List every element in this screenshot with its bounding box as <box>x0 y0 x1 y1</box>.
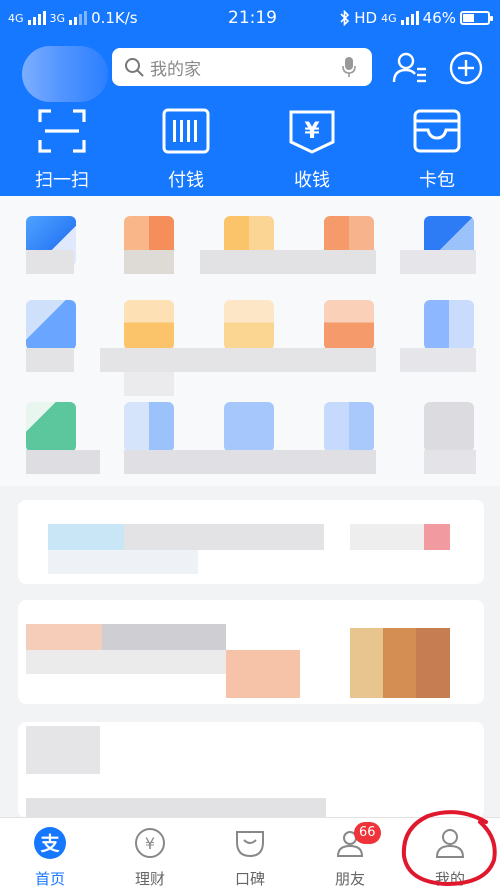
scan-label: 扫一扫 <box>35 170 89 191</box>
tab-wealth-label: 理财 <box>134 870 165 888</box>
card-wallet-icon <box>413 109 461 153</box>
app-label-blurred <box>400 250 476 274</box>
microphone-icon[interactable] <box>342 56 356 78</box>
svg-text:¥: ¥ <box>145 834 155 853</box>
pay-button[interactable]: 付钱 <box>141 108 231 192</box>
app-icon[interactable] <box>324 300 374 350</box>
contacts-icon[interactable] <box>390 48 430 88</box>
add-icon[interactable] <box>446 48 486 88</box>
feed-card[interactable] <box>18 600 484 704</box>
blurred-block <box>26 798 326 818</box>
network-type: 4G <box>8 11 24 25</box>
blurred-block <box>26 650 226 674</box>
svg-text:支: 支 <box>39 833 60 855</box>
app-label-blurred <box>124 372 174 396</box>
blurred-block <box>226 650 300 698</box>
blurred-block <box>48 550 198 574</box>
app-label-blurred <box>26 348 74 372</box>
app-icon[interactable] <box>424 402 474 452</box>
tab-friends[interactable]: 66 朋友 <box>300 818 400 889</box>
app-label-blurred <box>124 450 376 474</box>
tab-koubei-label: 口碑 <box>234 870 265 888</box>
feed-card[interactable] <box>18 722 484 818</box>
blurred-block <box>102 624 226 650</box>
tab-friends-label: 朋友 <box>334 870 365 888</box>
tab-home[interactable]: 支 首页 <box>0 818 100 889</box>
blurred-block <box>424 524 450 550</box>
network-type-3: 4G <box>381 11 397 25</box>
annotation-circle <box>401 810 497 887</box>
search-placeholder: 我的家 <box>150 59 201 80</box>
search-box[interactable]: 我的家 <box>112 48 372 86</box>
app-icon[interactable] <box>124 402 174 452</box>
pay-label: 付钱 <box>168 170 204 191</box>
feed-card[interactable] <box>18 500 484 584</box>
search-icon <box>125 58 144 77</box>
signal-icon-3 <box>400 11 419 25</box>
app-icon[interactable] <box>26 300 76 350</box>
blurred-block <box>350 524 430 550</box>
app-label-blurred <box>400 348 476 372</box>
blurred-block <box>124 524 324 550</box>
signal-icon <box>27 11 46 25</box>
app-label-blurred <box>424 450 476 474</box>
city-selector[interactable] <box>22 46 108 102</box>
status-bar: 4G 3G 0.1K/s 21:19 HD 4G 46% <box>0 0 500 36</box>
blurred-block <box>26 624 102 650</box>
scan-icon <box>38 109 86 153</box>
tab-wealth[interactable]: ¥ 理财 <box>100 818 200 889</box>
pay-code-icon <box>162 108 210 154</box>
network-speed: 0.1K/s <box>91 9 138 27</box>
yen-coin-icon: ¥ <box>135 828 165 858</box>
app-icon[interactable] <box>224 402 274 452</box>
signal-icon-2 <box>69 11 88 25</box>
friends-badge: 66 <box>354 822 381 844</box>
receive-money-button[interactable]: ¥ 收钱 <box>267 108 357 192</box>
app-label-blurred <box>100 348 376 372</box>
card-wallet-label: 卡包 <box>419 170 455 191</box>
scan-button[interactable]: 扫一扫 <box>17 108 107 192</box>
app-label-blurred <box>26 250 74 274</box>
app-label-blurred <box>124 250 174 274</box>
app-icon[interactable] <box>26 402 76 452</box>
app-icon[interactable] <box>424 300 474 350</box>
app-label-blurred <box>200 250 376 274</box>
app-icon[interactable] <box>124 300 174 350</box>
app-grid <box>0 196 500 486</box>
app-icon[interactable] <box>224 300 274 350</box>
tab-koubei[interactable]: 口碑 <box>200 818 300 889</box>
receive-money-icon: ¥ <box>289 110 335 154</box>
receive-money-label: 收钱 <box>294 170 330 191</box>
card-wallet-button[interactable]: 卡包 <box>392 108 482 192</box>
svg-text:¥: ¥ <box>304 119 320 144</box>
tab-home-label: 首页 <box>34 870 65 888</box>
blurred-block <box>48 524 124 550</box>
app-icon[interactable] <box>324 402 374 452</box>
clock: 21:19 <box>228 8 277 28</box>
blurred-block <box>26 726 100 774</box>
koubei-icon <box>236 831 264 858</box>
blurred-image <box>350 628 450 698</box>
app-label-blurred <box>26 450 100 474</box>
battery-percent: 46% <box>422 9 456 27</box>
network-type-2: 3G <box>49 11 66 25</box>
battery-icon <box>460 11 493 25</box>
alipay-home-icon: 支 <box>34 827 66 859</box>
bluetooth-icon <box>340 10 350 26</box>
header: 4G 3G 0.1K/s 21:19 HD 4G 46% 我的家 扫一扫 付钱 … <box>0 0 500 196</box>
hd-indicator: HD <box>354 9 378 27</box>
